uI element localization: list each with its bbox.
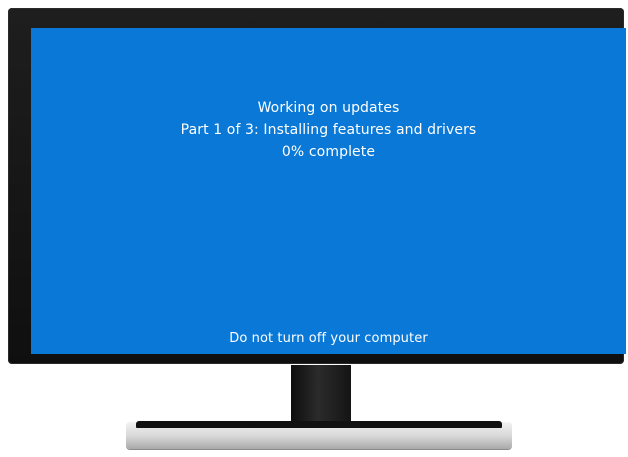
monitor-screen: Working on updates Part 1 of 3: Installi…	[31, 28, 626, 354]
update-title: Working on updates	[257, 100, 400, 116]
monitor-neck	[291, 365, 351, 425]
update-subtitle: Part 1 of 3: Installing features and dri…	[180, 122, 477, 138]
update-progress: 0% complete	[281, 144, 376, 160]
monitor-illustration: Working on updates Part 1 of 3: Installi…	[0, 0, 628, 457]
monitor-bezel: Working on updates Part 1 of 3: Installi…	[8, 8, 626, 375]
power-warning: Do not turn off your computer	[229, 331, 428, 346]
monitor-base	[126, 421, 512, 449]
